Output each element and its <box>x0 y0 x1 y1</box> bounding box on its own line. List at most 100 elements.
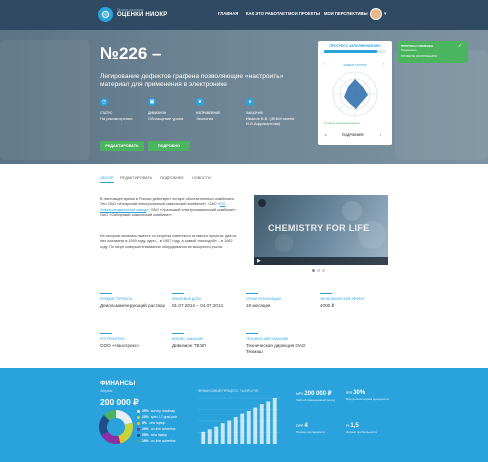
bar <box>214 426 219 444</box>
legend-percent: 25% <box>142 433 149 437</box>
leaf-icon: ❦ <box>196 98 204 106</box>
fact-value: На рассмотрении <box>100 116 133 121</box>
details-button[interactable]: ПОДРОБНО <box>148 141 190 151</box>
divider <box>172 293 184 294</box>
info-label: КЛЮЧЕВЫЕ ДАТЫ <box>172 297 202 301</box>
tab-overview[interactable]: ОБЗОР <box>100 176 113 180</box>
channel-logo-icon <box>258 199 266 207</box>
carousel-dot[interactable] <box>312 269 315 272</box>
info-value: Дивизион ТВЭЛ <box>172 343 206 348</box>
play-icon[interactable]: ▶ <box>257 258 261 264</box>
kpi-prefix: NPV <box>296 392 304 396</box>
progress-subtitle: ЖИВАЯ ГРУППА <box>343 63 367 67</box>
bar <box>246 411 251 444</box>
legend-label: survey roadmap <box>150 409 176 413</box>
info-economic-effect: ЭКОНОМИЧЕСКИЙ ЭФФЕКТ 4000 ₽ <box>320 293 392 309</box>
divider <box>100 293 112 294</box>
cost-donut-chart <box>99 410 133 444</box>
financial-bar-chart <box>198 397 280 444</box>
edit-button[interactable]: РЕДАКТИРОВАТЬ <box>100 141 144 151</box>
carousel-dot[interactable] <box>322 269 325 272</box>
fact-label: ЗАКАЗЧИК <box>246 111 263 115</box>
legend-item: 5% new laptop <box>137 421 165 426</box>
chevron-right-icon[interactable]: › <box>383 61 384 66</box>
video-title: CHEMISTRY FOR LIFE <box>268 223 370 233</box>
donut-slice <box>99 414 110 436</box>
info-value: 4000 ₽ <box>320 303 335 308</box>
bar <box>253 407 258 444</box>
kpi-number: 4 <box>304 423 308 429</box>
kpi-label: Чистый приведенный доход <box>296 398 335 402</box>
overview-paragraph: Их история началась вместе со стартом со… <box>100 234 237 249</box>
donut-slice <box>103 410 117 421</box>
progress-bar <box>324 50 386 53</box>
legend-percent: 15% <box>142 439 149 443</box>
radar-chart <box>332 71 378 117</box>
video-player[interactable]: CHEMISTRY FOR LIFE ▶ <box>254 195 388 265</box>
donut-slice <box>118 434 125 444</box>
kpi-number: 1,5 <box>350 423 359 429</box>
building-icon: ▣ <box>148 98 156 106</box>
bar <box>201 431 206 444</box>
user-avatar[interactable] <box>370 8 382 20</box>
kpi-value: DPP 4 <box>296 423 340 429</box>
divider <box>246 293 258 294</box>
chevron-down-icon[interactable]: ▾ <box>384 11 387 17</box>
lock-icon[interactable]: ▪ <box>380 133 381 137</box>
fact-value: Обогащение урана <box>148 116 184 121</box>
tab-edit[interactable]: РЕДАКТИРОВАТЬ <box>120 176 152 180</box>
legend-label: new laptop <box>148 421 166 425</box>
progress-note: 5 шагов последовательно <box>324 121 360 125</box>
notification-text: ПРОЕКТЕ ЗАПОЛНЕНИЯ <box>401 54 437 58</box>
info-value: Техническая дирекция ОАО Техмаш <box>246 343 306 354</box>
donut-slice <box>101 431 121 444</box>
info-technical-customer: ТЕХНИЧЕСКИЙ ЗАКАЗЧИК Техническая дирекци… <box>246 333 318 355</box>
bar <box>272 398 277 444</box>
logo-icon[interactable] <box>98 7 113 22</box>
video-controls[interactable] <box>254 257 388 265</box>
info-label: ПРЕДМЕТ ПРОЕКТА <box>100 297 133 301</box>
carousel-dot[interactable] <box>317 269 320 272</box>
nav-item-my-projects[interactable]: МОИ ПРОЕКТЫ <box>288 11 320 16</box>
legend-label: spec 17 grad pub <box>150 415 177 419</box>
fact-status: ◷ СТАТУС На рассмотрении <box>100 98 148 121</box>
finances-amount: 200 000 ₽ <box>100 397 139 407</box>
info-value: 18 месяцев <box>246 303 271 308</box>
info-label: ПОТРЕБИТЕЛИ <box>100 337 125 341</box>
divider <box>100 333 112 334</box>
legend-swatch <box>137 415 140 419</box>
project-description: Легирование дефектов графена позволяющие… <box>100 73 284 89</box>
fact-label: СТАТУС <box>100 111 113 115</box>
check-circle-icon[interactable]: ✓ <box>458 43 462 49</box>
tab-news[interactable]: НОВОСТИ <box>192 176 211 180</box>
nav-item-home[interactable]: ГЛАВНАЯ <box>218 11 238 16</box>
project-title: №226 – <box>100 44 162 63</box>
kpi-label: Внутренняя норма доходности <box>346 397 389 401</box>
legend-swatch <box>137 409 140 413</box>
progress-card: ПРОГРЕСС ЗАПОЛНЕНИЯ 85% ‹ ЖИВАЯ ГРУППА ›… <box>318 41 392 145</box>
fact-direction: ❦ НАПРАВЛЕНИЕ Экология <box>196 98 244 121</box>
divider <box>320 293 332 294</box>
details-link[interactable]: ПОДРОБНЕЕ <box>342 133 364 137</box>
kpi-number: 30% <box>353 390 366 396</box>
share-icon[interactable]: ⋖ <box>324 133 327 137</box>
kpi-irr: IRR 30% Внутренняя норма доходности <box>346 390 390 401</box>
background-lab-image <box>395 50 488 160</box>
info-label: БИЗНЕС-ЗАКАЗЧИК <box>172 337 204 341</box>
logo-title[interactable]: ОЦЕНКИ НИОКР <box>117 12 167 18</box>
legend-percent: 25% <box>142 409 149 413</box>
tab-details[interactable]: ПОДРОБНЕЕ <box>160 176 184 180</box>
legend-swatch <box>137 421 140 425</box>
user-icon: ● <box>246 98 254 106</box>
legend-item: 25% survey roadmap <box>137 409 175 414</box>
info-key-dates: КЛЮЧЕВЫЕ ДАТЫ 01.07.2014 – 04.07.2014 <box>172 293 244 309</box>
notification-text: Разрешено <box>401 48 417 52</box>
kpi-value: IRR 30% <box>346 390 390 396</box>
legend-label: new laptop <box>150 433 168 437</box>
bar <box>240 413 245 444</box>
legend-item: 25% spec 17 grad pub <box>137 415 177 420</box>
nav-item-how-it-works[interactable]: КАК ЭТО РАБОТАЕТ <box>246 11 288 16</box>
paragraph-text: В настоящее время в России действуют чет… <box>100 197 235 207</box>
nav-item-my-perspectives[interactable]: МОИ ПЕРСПЕКТИВЫ <box>324 11 368 16</box>
info-label: ТЕХНИЧЕСКИЙ ЗАКАЗЧИК <box>246 337 289 341</box>
